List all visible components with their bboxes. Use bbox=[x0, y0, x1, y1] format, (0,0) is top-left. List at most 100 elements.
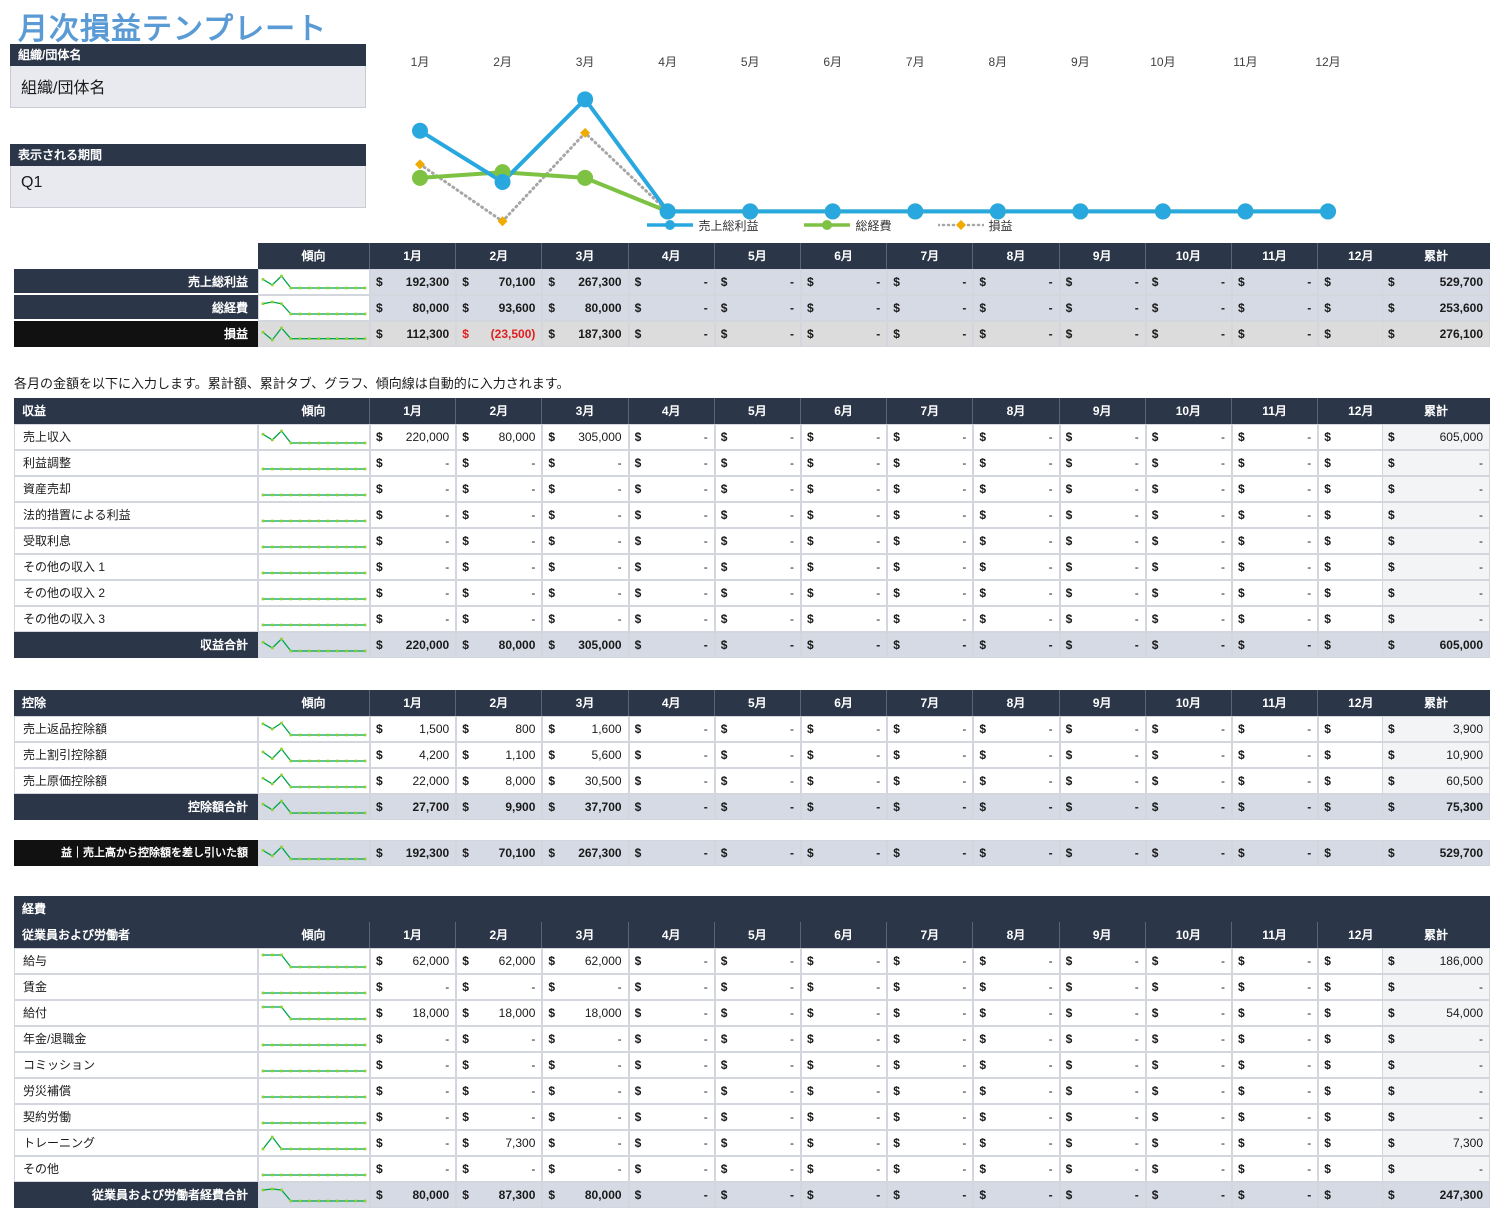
row-total-cell[interactable]: $ - bbox=[1382, 450, 1490, 476]
total-value-cell[interactable]: $- bbox=[973, 1182, 1060, 1208]
value-cell-wrap[interactable]: $- bbox=[1232, 528, 1319, 554]
value-cell[interactable]: $- bbox=[973, 716, 1060, 742]
value-cell[interactable]: $- bbox=[542, 1104, 629, 1130]
total-value-cell[interactable]: $80,000 bbox=[542, 1182, 629, 1208]
value-cell-wrap[interactable]: $- bbox=[973, 716, 1060, 742]
value-cell-wrap[interactable]: $- bbox=[542, 476, 629, 502]
total-value-cell[interactable]: $- bbox=[887, 632, 974, 658]
value-cell[interactable]: $- bbox=[714, 974, 801, 1000]
value-cell[interactable]: $- bbox=[542, 580, 629, 606]
value-cell[interactable]: $- bbox=[973, 1000, 1060, 1026]
value-cell[interactable]: $- bbox=[1145, 450, 1232, 476]
value-cell-wrap[interactable]: $- bbox=[456, 580, 543, 606]
total-value-wrap[interactable]: $- bbox=[887, 632, 974, 658]
value-cell-wrap[interactable]: $- bbox=[1232, 716, 1319, 742]
value-cell-wrap[interactable]: $- bbox=[628, 424, 715, 450]
value-cell-wrap[interactable]: $- bbox=[1145, 1156, 1232, 1182]
value-cell-wrap[interactable]: $- bbox=[1232, 580, 1319, 606]
summary-cell[interactable]: $- bbox=[628, 269, 715, 295]
value-cell-wrap[interactable]: $- bbox=[370, 502, 457, 528]
total-value-cell[interactable]: $87,300 bbox=[456, 1182, 543, 1208]
gross-profit-wrap[interactable]: $- bbox=[973, 840, 1060, 866]
value-cell[interactable]: $- bbox=[714, 424, 801, 450]
value-cell-wrap[interactable]: $- bbox=[714, 1078, 801, 1104]
summary-cell-wrap[interactable]: $- bbox=[1059, 269, 1146, 295]
summary-cell[interactable]: $- bbox=[1232, 295, 1319, 321]
value-cell[interactable]: $- bbox=[1232, 716, 1319, 742]
value-cell[interactable]: $- bbox=[714, 716, 801, 742]
value-cell[interactable]: $62,000 bbox=[542, 948, 629, 974]
value-cell[interactable]: $- bbox=[714, 528, 801, 554]
value-cell-wrap[interactable]: $- bbox=[973, 580, 1060, 606]
value-cell[interactable]: $- bbox=[456, 502, 543, 528]
value-cell-wrap[interactable]: $- bbox=[973, 502, 1060, 528]
row-label[interactable]: 資産売却 bbox=[14, 476, 258, 502]
summary-cell[interactable]: $- bbox=[1232, 269, 1319, 295]
value-cell-wrap[interactable]: $- bbox=[973, 606, 1060, 632]
row-total-wrap[interactable]: $ - bbox=[1382, 580, 1490, 606]
value-cell-wrap[interactable]: $- bbox=[801, 1078, 888, 1104]
total-value-cell[interactable]: $- bbox=[714, 1182, 801, 1208]
value-cell[interactable]: $- bbox=[370, 554, 457, 580]
value-cell[interactable]: $- bbox=[887, 1026, 974, 1052]
summary-cell-wrap[interactable]: $112,300 bbox=[370, 321, 457, 347]
row-total-wrap[interactable]: $7,300 bbox=[1382, 1130, 1490, 1156]
grand-total-wrap[interactable]: $247,300 bbox=[1382, 1182, 1490, 1208]
row-total-wrap[interactable]: $ - bbox=[1382, 1104, 1490, 1130]
value-cell-wrap[interactable]: $- bbox=[1232, 948, 1319, 974]
value-cell-wrap[interactable]: $- bbox=[542, 450, 629, 476]
total-value-cell[interactable]: $- bbox=[887, 794, 974, 820]
value-cell[interactable]: $- bbox=[370, 974, 457, 1000]
value-cell-wrap[interactable]: $- bbox=[714, 1130, 801, 1156]
value-cell[interactable]: $- bbox=[628, 1130, 715, 1156]
value-cell[interactable]: $- bbox=[456, 606, 543, 632]
value-cell[interactable]: $- bbox=[628, 768, 715, 794]
value-cell-wrap[interactable]: $- bbox=[1145, 1052, 1232, 1078]
value-cell-wrap[interactable]: $- bbox=[1059, 948, 1146, 974]
value-cell-wrap[interactable]: $- bbox=[887, 1130, 974, 1156]
row-total-wrap[interactable]: $ - bbox=[1382, 606, 1490, 632]
grand-total-cell[interactable]: $75,300 bbox=[1382, 794, 1490, 820]
value-cell-wrap[interactable]: $7,300 bbox=[456, 1130, 543, 1156]
value-cell-wrap[interactable]: $- bbox=[1232, 476, 1319, 502]
value-cell-wrap[interactable]: $- bbox=[1059, 1052, 1146, 1078]
value-cell-wrap[interactable]: $- bbox=[628, 1156, 715, 1182]
value-cell[interactable]: $- bbox=[1145, 1130, 1232, 1156]
value-cell[interactable]: $- bbox=[1232, 1000, 1319, 1026]
summary-cell-wrap[interactable]: $- bbox=[801, 321, 888, 347]
value-cell-wrap[interactable]: $- bbox=[1232, 424, 1319, 450]
value-cell-wrap[interactable]: $- bbox=[714, 948, 801, 974]
row-total-wrap[interactable]: $ - bbox=[1382, 528, 1490, 554]
value-cell-wrap[interactable]: $- bbox=[370, 1026, 457, 1052]
total-value-cell[interactable]: $- bbox=[1232, 794, 1319, 820]
summary-cell-wrap[interactable]: $- bbox=[887, 321, 974, 347]
value-cell-wrap[interactable]: $- bbox=[801, 1130, 888, 1156]
value-cell[interactable]: $- bbox=[456, 476, 543, 502]
value-cell[interactable]: $- bbox=[973, 502, 1060, 528]
value-cell[interactable]: $- bbox=[973, 948, 1060, 974]
value-cell-wrap[interactable]: $- bbox=[714, 554, 801, 580]
value-cell[interactable]: $- bbox=[1145, 1052, 1232, 1078]
summary-cell[interactable]: $- bbox=[801, 269, 888, 295]
value-cell-wrap[interactable]: $- bbox=[370, 554, 457, 580]
value-cell[interactable]: $- bbox=[1232, 1026, 1319, 1052]
value-cell[interactable]: $- bbox=[801, 716, 888, 742]
value-cell-wrap[interactable]: $- bbox=[801, 476, 888, 502]
total-value-cell[interactable]: $- bbox=[628, 794, 715, 820]
summary-cell[interactable]: $- bbox=[887, 269, 974, 295]
value-cell-wrap[interactable]: $- bbox=[714, 502, 801, 528]
summary-cell[interactable]: $- bbox=[801, 321, 888, 347]
row-total-cell[interactable]: $ - bbox=[1382, 1104, 1490, 1130]
value-cell[interactable]: $- bbox=[714, 554, 801, 580]
value-cell-wrap[interactable]: $- bbox=[973, 450, 1060, 476]
value-cell[interactable]: $- bbox=[542, 476, 629, 502]
value-cell[interactable]: $- bbox=[714, 1104, 801, 1130]
value-cell[interactable]: $- bbox=[887, 716, 974, 742]
value-cell-wrap[interactable]: $- bbox=[628, 768, 715, 794]
value-cell-wrap[interactable]: $62,000 bbox=[370, 948, 457, 974]
summary-cell[interactable]: $112,300 bbox=[370, 321, 457, 347]
summary-cell-wrap[interactable]: $70,100 bbox=[456, 269, 543, 295]
total-value-wrap[interactable]: $- bbox=[973, 632, 1060, 658]
value-cell-wrap[interactable]: $- bbox=[973, 974, 1060, 1000]
value-cell[interactable]: $- bbox=[887, 606, 974, 632]
